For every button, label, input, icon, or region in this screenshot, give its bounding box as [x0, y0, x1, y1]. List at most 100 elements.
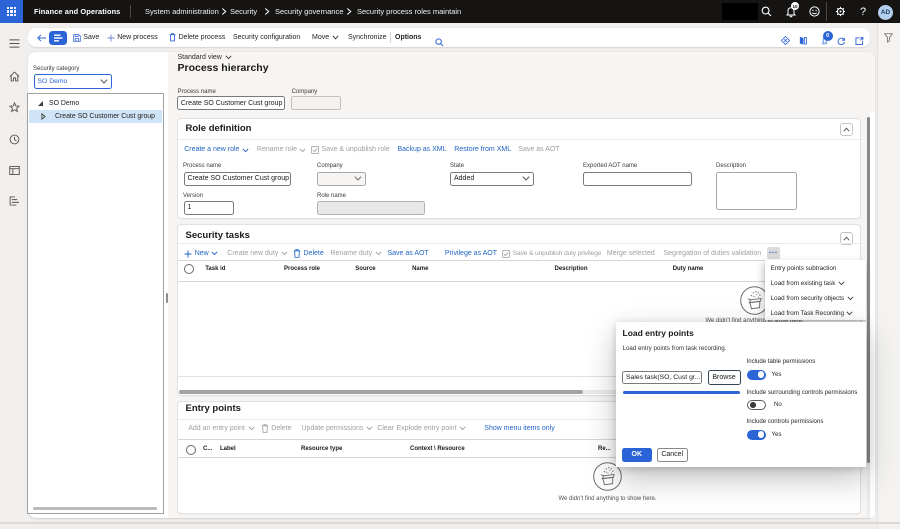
tree-node-selected[interactable]: Create SO Customer Cust group	[29, 110, 162, 123]
nav-favorites-star-icon[interactable]	[7, 101, 21, 115]
st-save-as-aot-button[interactable]: Save as AOT	[388, 247, 429, 261]
st-save-unpublish-duty-button[interactable]: Save & unpublish duty privilege	[502, 247, 601, 261]
st-column-duty-name[interactable]: Duty name	[673, 266, 704, 272]
ep-column-re[interactable]: Re...	[598, 446, 611, 452]
st-rename-duty-button[interactable]: Rename duty	[331, 247, 382, 261]
message-center-icon[interactable]: 0	[821, 31, 836, 51]
st-column-process-role[interactable]: Process role	[284, 266, 320, 272]
security-category-dropdown[interactable]: SO Demo	[34, 74, 112, 89]
panel-splitter-grip[interactable]	[166, 293, 169, 303]
help-icon[interactable]: ?	[857, 0, 869, 23]
tree-expanded-icon[interactable]	[37, 100, 44, 107]
open-in-new-window-icon[interactable]	[855, 32, 864, 50]
app-title[interactable]: Finance and Operations	[34, 0, 120, 23]
include-table-permissions-toggle[interactable]	[747, 370, 766, 380]
create-new-role-button[interactable]: Create a new role	[184, 143, 249, 157]
rd-company-dropdown[interactable]	[317, 172, 366, 186]
ep-select-all-radio[interactable]	[186, 445, 196, 455]
tree-node-root[interactable]: SO Demo	[29, 96, 162, 110]
st-create-new-duty-button[interactable]: Create new duty	[227, 247, 287, 261]
restore-from-xml-button[interactable]: Restore from XML	[454, 143, 511, 157]
st-column-task-id[interactable]: Task id	[205, 266, 225, 272]
alerts-bell-icon[interactable]: 10	[784, 0, 798, 23]
breadcrumb-item-4[interactable]: Security process roles maintain	[357, 0, 461, 23]
st-hscrollbar-thumb[interactable]	[179, 390, 583, 394]
nav-recent-clock-icon[interactable]	[7, 132, 21, 146]
tree-horizontal-scrollbar[interactable]	[33, 507, 157, 510]
menu-item-load-from-existing-task[interactable]: Load from existing task	[771, 276, 845, 291]
delete-process-button[interactable]: Delete process	[169, 28, 225, 47]
options-tab[interactable]: Options	[395, 28, 421, 47]
nav-hamburger-icon[interactable]	[7, 36, 21, 50]
breadcrumb-item-2[interactable]: Security	[230, 0, 257, 23]
browse-button[interactable]: Browse	[708, 370, 741, 385]
tree-collapsed-icon[interactable]	[41, 113, 46, 120]
company-input[interactable]	[291, 96, 342, 110]
st-overflow-button[interactable]	[767, 247, 781, 259]
collapse-section-button[interactable]	[840, 123, 853, 136]
security-configuration-button[interactable]: Security configuration	[233, 28, 300, 47]
ep-column-resource-type[interactable]: Resource type	[301, 446, 342, 452]
ep-column-context-resource[interactable]: Context \ Resource	[410, 446, 465, 452]
breadcrumb-item-1[interactable]: System administration	[145, 0, 219, 23]
st-delete-label: Delete	[304, 247, 324, 261]
nav-home-icon[interactable]	[7, 69, 21, 83]
nav-modules-tree-icon[interactable]	[7, 194, 21, 208]
st-segregation-button[interactable]: Segregation of duties validation	[664, 247, 762, 261]
filter-funnel-icon[interactable]	[884, 30, 893, 48]
rd-version-input[interactable]: 1	[184, 201, 234, 215]
rename-role-button[interactable]: Rename role	[257, 143, 307, 157]
settings-gear-icon[interactable]	[833, 0, 847, 23]
ep-column-c[interactable]: C...	[203, 446, 212, 452]
toolbar-search-icon[interactable]	[435, 34, 444, 52]
back-arrow-icon[interactable]	[35, 31, 48, 44]
st-new-button[interactable]: New	[184, 247, 218, 261]
user-avatar[interactable]: AD	[878, 5, 893, 20]
st-column-name[interactable]: Name	[412, 266, 428, 272]
nav-workspaces-icon[interactable]	[7, 163, 21, 177]
ok-button[interactable]: OK	[622, 448, 652, 462]
st-merge-selected-button[interactable]: Merge selected	[607, 247, 655, 261]
ep-show-menu-items-only-button[interactable]: Show menu items only	[484, 422, 554, 436]
move-menu-button[interactable]: Move	[312, 28, 339, 47]
search-icon[interactable]	[759, 0, 773, 23]
main-vscrollbar-thumb[interactable]	[867, 117, 870, 463]
st-delete-button[interactable]: Delete	[293, 247, 324, 261]
menu-item-load-from-security-objects[interactable]: Load from security objects	[771, 291, 854, 306]
backup-as-xml-button[interactable]: Backup as XML	[398, 143, 447, 157]
feedback-smiley-icon[interactable]	[807, 0, 821, 23]
rd-process-name-input[interactable]: Create SO Customer Cust group	[184, 172, 292, 186]
ep-column-label[interactable]: Label	[220, 446, 236, 452]
task-recording-file-input[interactable]: Sales task(SO, Cust gr...	[622, 371, 702, 384]
save-as-aot-button[interactable]: Save as AOT	[518, 143, 559, 157]
cancel-button[interactable]: Cancel	[657, 448, 689, 462]
include-surrounding-controls-toggle[interactable]	[747, 400, 766, 410]
rd-description-textarea[interactable]	[716, 172, 797, 210]
st-column-description[interactable]: Description	[555, 266, 588, 272]
st-privilege-as-aot-button[interactable]: Privilege as AOT	[445, 247, 497, 261]
include-controls-permissions-toggle[interactable]	[747, 430, 766, 440]
ep-add-entry-point-button[interactable]: Add an entry point	[188, 422, 254, 436]
breadcrumb-item-3[interactable]: Security governance	[275, 0, 343, 23]
new-process-button[interactable]: New process	[107, 28, 158, 47]
ep-clear-button[interactable]: Clear	[377, 422, 394, 436]
save-button[interactable]: Save	[73, 28, 99, 47]
ep-explode-entry-point-button[interactable]: Explode entry point	[397, 422, 466, 436]
rd-role-name-input[interactable]	[317, 201, 425, 215]
st-select-all-radio[interactable]	[184, 264, 194, 274]
st-column-source[interactable]: Source	[355, 266, 375, 272]
synchronize-button[interactable]: Synchronize	[348, 28, 387, 47]
action-pane-toggle-button[interactable]	[49, 31, 67, 45]
waffle-menu-button[interactable]	[0, 0, 23, 23]
save-unpublish-role-button[interactable]: Save & unpublish role	[311, 143, 390, 157]
refresh-icon[interactable]	[837, 32, 846, 50]
rd-state-dropdown[interactable]: Added	[450, 172, 534, 186]
process-name-input[interactable]: Create SO Customer Cust group	[177, 96, 286, 110]
menu-item-entry-points-subtraction[interactable]: Entry points subtraction	[771, 262, 837, 277]
ep-delete-button[interactable]: Delete	[261, 422, 292, 436]
rd-exported-aot-input[interactable]	[583, 172, 692, 186]
guide-diamond-icon[interactable]	[781, 32, 790, 50]
menu-item-load-from-task-recording[interactable]: Load from Task Recording	[771, 306, 854, 321]
dynamics-book-icon[interactable]	[799, 32, 808, 50]
ep-update-permissions-button[interactable]: Update permissions	[302, 422, 373, 436]
